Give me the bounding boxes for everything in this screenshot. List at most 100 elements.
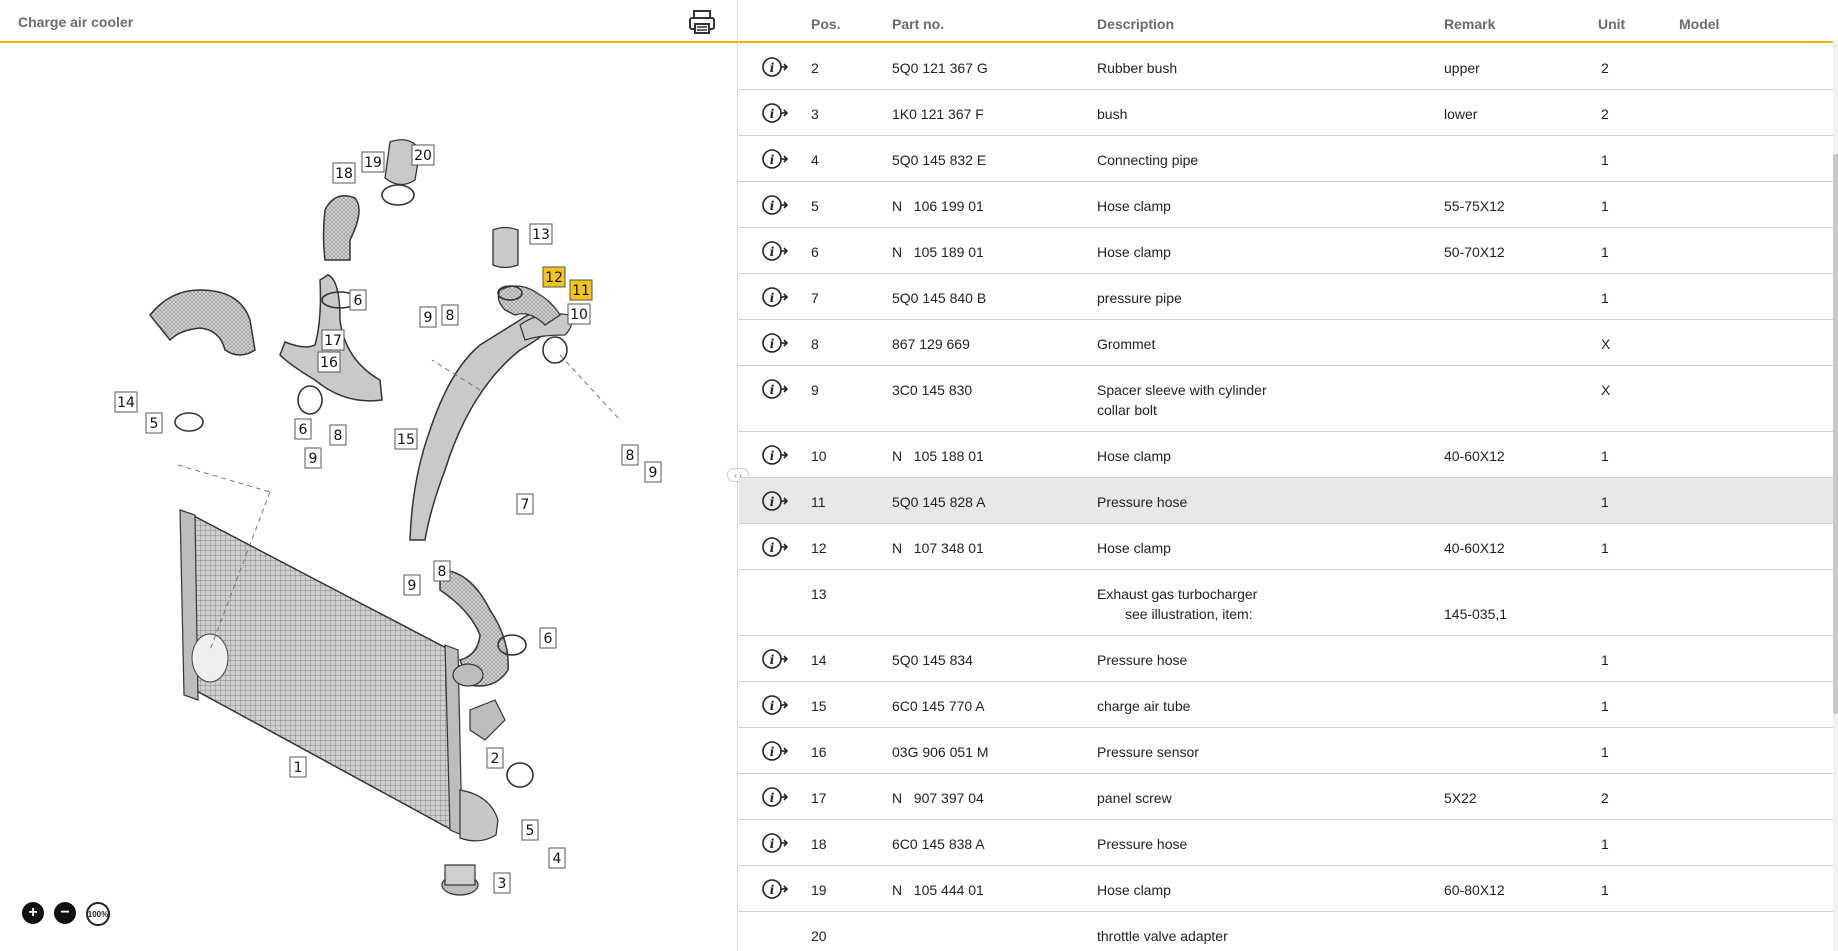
- info-arrow-icon[interactable]: i: [762, 536, 789, 558]
- row-description: Grommet: [1097, 334, 1155, 354]
- svg-text:i: i: [770, 337, 775, 351]
- callout-19: 19: [361, 151, 385, 173]
- callout-9a: 9: [419, 306, 437, 328]
- table-row[interactable]: i 11 5Q0 145 828 A Pressure hose 1: [739, 478, 1833, 524]
- table-row[interactable]: i 6 N 105 189 01 Hose clamp 50-70X12 1: [739, 228, 1833, 274]
- callout-13: 13: [529, 223, 553, 245]
- svg-text:13: 13: [532, 227, 550, 243]
- row-remark: 5X22: [1444, 790, 1477, 806]
- column-header-description[interactable]: Description: [1097, 16, 1174, 32]
- table-row[interactable]: i 12 N 107 348 01 Hose clamp 40-60X12 1: [739, 524, 1833, 570]
- row-part-no: N 105 189 01: [892, 244, 984, 260]
- row-unit: X: [1601, 336, 1611, 352]
- svg-text:12: 12: [545, 270, 563, 286]
- table-row[interactable]: i 4 5Q0 145 832 E Connecting pipe 1: [739, 136, 1833, 182]
- parts-table-scrollbar[interactable]: [1833, 44, 1838, 951]
- svg-text:9: 9: [649, 465, 658, 481]
- callout-8d: 8: [433, 560, 451, 582]
- zoom-in-button[interactable]: +: [22, 902, 44, 924]
- svg-text:i: i: [770, 291, 775, 305]
- table-row[interactable]: i 5 N 106 199 01 Hose clamp 55-75X12 1: [739, 182, 1833, 228]
- table-row[interactable]: i 10 N 105 188 01 Hose clamp 40-60X12 1: [739, 432, 1833, 478]
- table-row[interactable]: i 8 867 129 669 Grommet X: [739, 320, 1833, 366]
- row-pos: 6: [811, 244, 819, 260]
- column-header-part-no[interactable]: Part no.: [892, 16, 944, 32]
- callout-14: 14: [114, 391, 138, 413]
- table-row[interactable]: i 7 5Q0 145 840 B pressure pipe 1: [739, 274, 1833, 320]
- row-description-line1: Pressure hose: [1097, 652, 1188, 668]
- row-description: Hose clamp: [1097, 196, 1171, 216]
- svg-text:i: i: [770, 107, 775, 121]
- row-part-no: 3C0 145 830: [892, 382, 973, 398]
- info-arrow-icon[interactable]: i: [762, 694, 789, 716]
- table-row[interactable]: i 18 6C0 145 838 A Pressure hose 1: [739, 820, 1833, 866]
- column-header-remark[interactable]: Remark: [1444, 16, 1495, 32]
- callout-8c: 8: [621, 444, 639, 466]
- row-description-line1: Hose clamp: [1097, 540, 1171, 556]
- row-part-no: 03G 906 051 M: [892, 744, 989, 760]
- zoom-out-button[interactable]: −: [54, 902, 76, 924]
- row-unit: 1: [1601, 152, 1609, 168]
- row-pos: 12: [811, 540, 827, 556]
- info-arrow-icon[interactable]: i: [762, 148, 789, 170]
- table-row[interactable]: i 9 3C0 145 830 Spacer sleeve with cylinder…: [739, 366, 1833, 432]
- info-arrow-icon[interactable]: i: [762, 240, 789, 262]
- info-arrow-icon[interactable]: i: [762, 490, 789, 512]
- info-arrow-icon[interactable]: i: [762, 878, 789, 900]
- parts-table-body: i 2 5Q0 121 367 G Rubber bush upper 2 i 3 1K0 12…: [739, 44, 1833, 951]
- zoom-reset-button[interactable]: 100%: [86, 902, 110, 926]
- table-row[interactable]: i 19 N 105 444 01 Hose clamp 60-80X12 1: [739, 866, 1833, 912]
- callout-17: 17: [321, 329, 345, 351]
- row-description-line1: Connecting pipe: [1097, 152, 1199, 168]
- row-description-line1: Rubber bush: [1097, 60, 1178, 76]
- table-row[interactable]: i 16 03G 906 051 M Pressure sensor 1: [739, 728, 1833, 774]
- row-unit: 2: [1601, 106, 1609, 122]
- table-row[interactable]: i 2 5Q0 121 367 G Rubber bush upper 2: [739, 44, 1833, 90]
- column-header-unit[interactable]: Unit: [1598, 16, 1625, 32]
- svg-text:17: 17: [324, 333, 342, 349]
- row-unit: 1: [1601, 652, 1609, 668]
- info-arrow-icon[interactable]: i: [762, 832, 789, 854]
- info-arrow-icon[interactable]: i: [762, 378, 789, 400]
- table-row[interactable]: i 17 N 907 397 04 panel screw 5X22 2: [739, 774, 1833, 820]
- row-pos: 11: [811, 494, 826, 510]
- info-arrow-icon[interactable]: i: [762, 786, 789, 808]
- svg-text:11: 11: [572, 283, 590, 299]
- table-row[interactable]: 13 Exhaust gas turbocharger see illustrati…: [739, 570, 1833, 636]
- svg-text:5: 5: [150, 416, 159, 432]
- row-part-no: 867 129 669: [892, 336, 970, 352]
- table-row[interactable]: i 14 5Q0 145 834 Pressure hose 1: [739, 636, 1833, 682]
- table-row[interactable]: 20 throttle valve adapter: [739, 912, 1833, 951]
- row-part-no: N 106 199 01: [892, 198, 984, 214]
- scrollbar-thumb[interactable]: [1833, 154, 1838, 714]
- svg-text:8: 8: [438, 564, 447, 580]
- info-arrow-icon[interactable]: i: [762, 286, 789, 308]
- svg-text:8: 8: [626, 448, 635, 464]
- info-arrow-icon[interactable]: i: [762, 648, 789, 670]
- row-pos: 18: [811, 836, 827, 852]
- info-arrow-icon[interactable]: i: [762, 194, 789, 216]
- table-row[interactable]: i 15 6C0 145 770 A charge air tube 1: [739, 682, 1833, 728]
- callout-9b: 9: [304, 447, 322, 469]
- print-icon[interactable]: [688, 9, 716, 35]
- row-part-no: 6C0 145 770 A: [892, 698, 985, 714]
- column-header-pos[interactable]: Pos.: [811, 16, 841, 32]
- row-pos: 19: [811, 882, 827, 898]
- row-pos: 7: [811, 290, 819, 306]
- info-arrow-icon[interactable]: i: [762, 740, 789, 762]
- info-arrow-icon[interactable]: i: [762, 102, 789, 124]
- column-header-model[interactable]: Model: [1679, 16, 1719, 32]
- row-description-line1: Hose clamp: [1097, 198, 1171, 214]
- info-arrow-icon[interactable]: i: [762, 444, 789, 466]
- svg-text:i: i: [770, 699, 775, 713]
- row-remark: 60-80X12: [1444, 882, 1505, 898]
- svg-text:i: i: [770, 495, 775, 509]
- parts-list-panel: Pos. Part no. Description Remark Unit Mo…: [739, 0, 1838, 951]
- row-pos: 15: [811, 698, 827, 714]
- row-description: Spacer sleeve with cylinder collar bolt: [1097, 380, 1267, 420]
- svg-text:16: 16: [320, 355, 338, 371]
- info-arrow-icon[interactable]: i: [762, 332, 789, 354]
- row-unit: 1: [1601, 698, 1609, 714]
- info-arrow-icon[interactable]: i: [762, 56, 789, 78]
- table-row[interactable]: i 3 1K0 121 367 F bush lower 2: [739, 90, 1833, 136]
